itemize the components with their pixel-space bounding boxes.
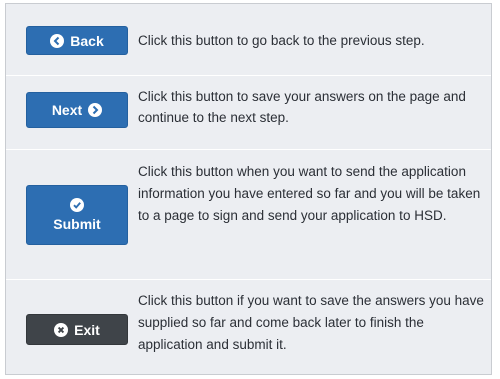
back-button[interactable]: Back <box>26 26 128 55</box>
exit-button[interactable]: Exit <box>26 314 128 345</box>
back-button-label: Back <box>70 32 104 49</box>
back-description: Click this button to go back to the prev… <box>138 33 425 48</box>
exit-row: Exit Click this button if you want to sa… <box>6 280 491 374</box>
exit-description: Click this button if you want to save th… <box>138 293 484 352</box>
submit-button-label: Submit <box>53 216 101 232</box>
x-circle-icon <box>54 322 69 337</box>
submit-row: Submit Click this button when you want t… <box>6 150 491 280</box>
next-description: Click this button to save your answers o… <box>138 89 466 125</box>
next-button[interactable]: Next <box>26 92 128 128</box>
next-row: Next Click this button to save your answ… <box>6 76 491 150</box>
arrow-right-circle-icon <box>88 103 103 117</box>
arrow-left-circle-icon <box>50 33 65 48</box>
exit-button-label: Exit <box>74 321 100 338</box>
check-circle-icon <box>70 198 84 212</box>
submit-button[interactable]: Submit <box>26 185 128 245</box>
submit-description: Click this button when you want to send … <box>138 164 481 223</box>
back-row: Back Click this button to go back to the… <box>6 4 491 76</box>
button-guide-panel: Back Click this button to go back to the… <box>5 3 492 375</box>
next-button-label: Next <box>51 102 83 118</box>
